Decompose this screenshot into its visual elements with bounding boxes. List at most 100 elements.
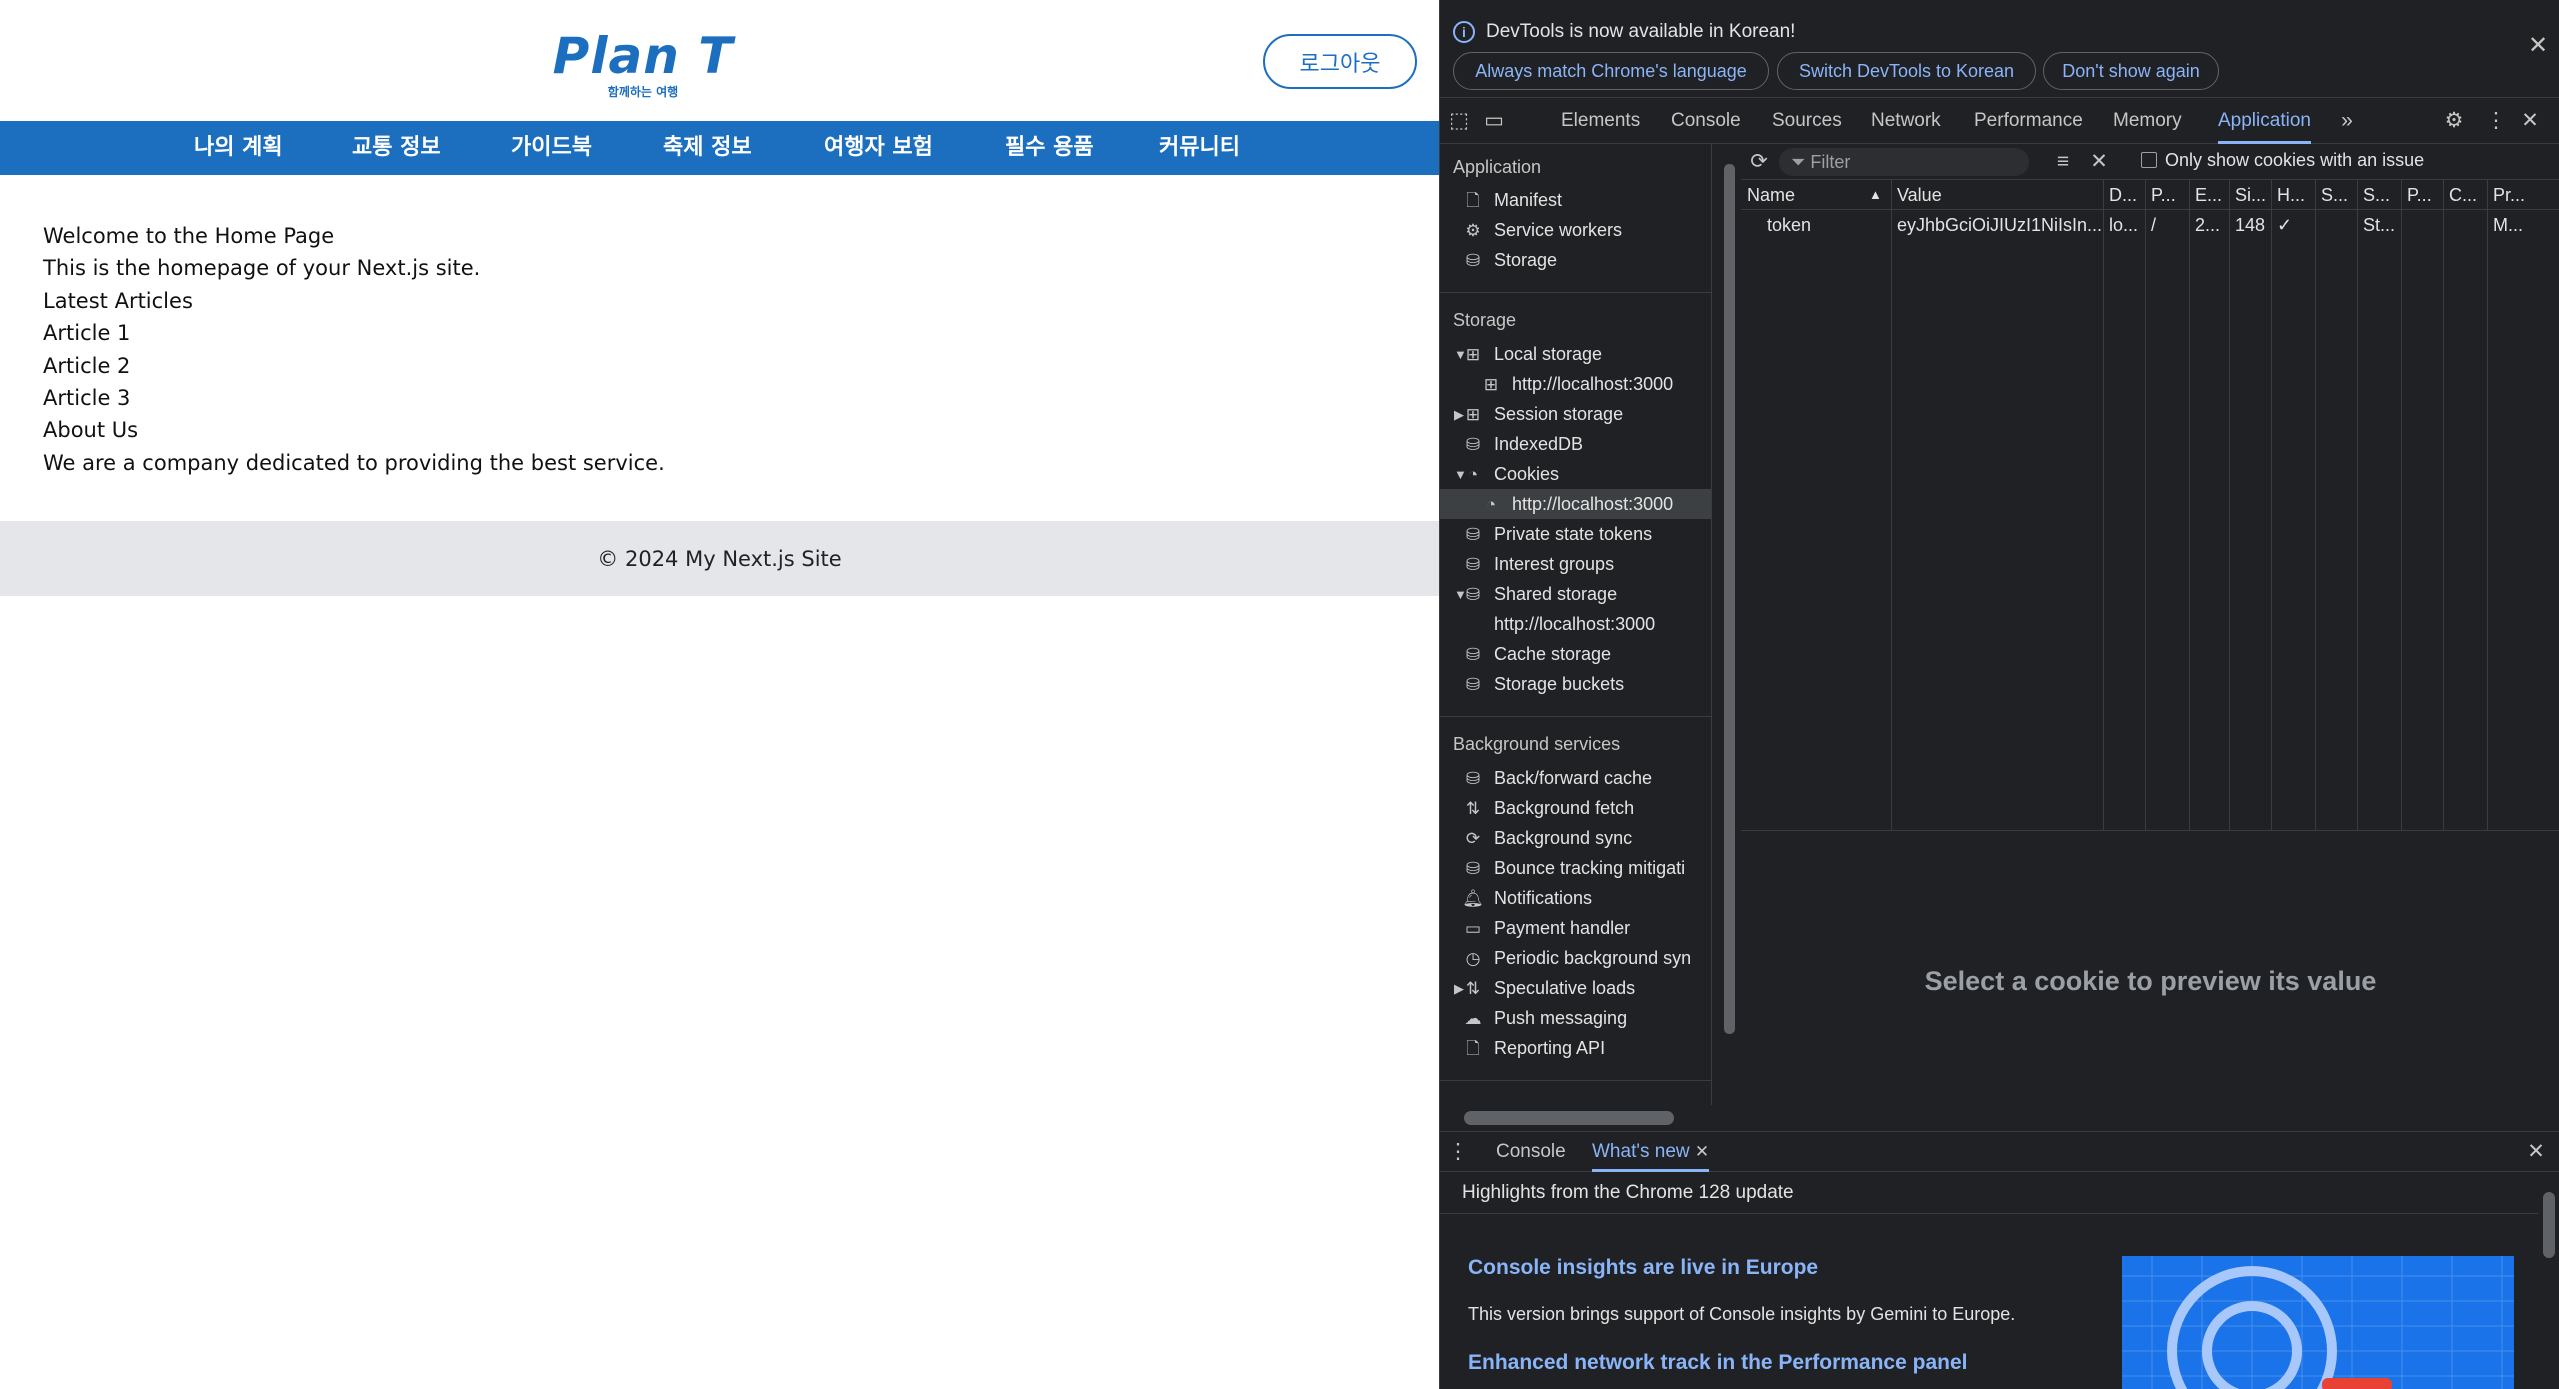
sidebar-vertical-scrollbar[interactable] [1720, 144, 1738, 1104]
site-logo[interactable]: Plan T 함께하는 여행 [548, 26, 738, 106]
sidebar-item-reporting-api[interactable]: 🗋 Reporting API [1460, 1033, 1605, 1063]
sidebar-item-session-storage[interactable]: ⊞ Session storage [1460, 399, 1623, 429]
devtools-toolbar: ⬚ ▭ Elements Console Sources Network Per… [1440, 98, 2559, 144]
sidebar-item-cookies[interactable]: ◔ Cookies [1460, 459, 1559, 489]
feature-title-link[interactable]: Enhanced network track in the Performanc… [1468, 1351, 1967, 1375]
sidebar-item-label: Reporting API [1494, 1038, 1606, 1058]
sidebar-item-shared-origin[interactable]: http://localhost:3000 [1494, 609, 1655, 639]
drawer-tab-whats-new[interactable]: What's new ✕ [1592, 1132, 1710, 1172]
sidebar-item-local-storage[interactable]: ⊞ Local storage [1460, 339, 1602, 369]
sidebar-item-label: Session storage [1494, 404, 1624, 424]
article-item: Article 3 [43, 385, 131, 410]
scrollbar-thumb[interactable] [1464, 1111, 1674, 1125]
drawer-vertical-scrollbar[interactable] [2538, 1172, 2559, 1389]
sidebar-item-periodic-sync[interactable]: ◷ Periodic background syn [1460, 943, 1692, 973]
tab-elements[interactable]: Elements [1561, 98, 1640, 144]
nav-my-plan[interactable]: 나의 계획 [194, 121, 283, 175]
nav-festival-info[interactable]: 축제 정보 [663, 121, 752, 175]
sidebar-item-background-sync[interactable]: ⟳ Background sync [1460, 823, 1632, 853]
close-icon[interactable]: ✕ [2528, 34, 2548, 58]
sidebar-item-label: Local storage [1494, 344, 1603, 364]
cookie-filter-input[interactable]: ⏷ Filter [1779, 148, 2029, 176]
more-tabs-icon[interactable]: » [2333, 107, 2361, 135]
inspect-element-icon[interactable]: ⬚ [1445, 107, 1473, 135]
sidebar-item-service-workers[interactable]: ⚙ Service workers [1460, 215, 1622, 245]
sidebar-item-speculative-loads[interactable]: ⇅ Speculative loads [1460, 973, 1635, 1003]
gear-icon[interactable]: ⚙ [2440, 107, 2468, 135]
tab-performance[interactable]: Performance [1974, 98, 2083, 144]
logout-button[interactable]: 로그아웃 [1263, 34, 1417, 89]
drawer-tab-console[interactable]: Console [1496, 1132, 1566, 1172]
only-issue-checkbox[interactable]: Only show cookies with an issue [2141, 150, 2424, 171]
tab-sources[interactable]: Sources [1772, 98, 1842, 144]
close-drawer-icon[interactable]: ✕ [2522, 1138, 2550, 1166]
sidebar-item-storage[interactable]: ⛁ Storage [1460, 245, 1557, 275]
device-toolbar-icon[interactable]: ▭ [1480, 107, 1508, 135]
sidebar-item-push-messaging[interactable]: ☁ Push messaging [1460, 1003, 1628, 1033]
sidebar-horizontal-scrollbar[interactable] [1440, 1105, 1740, 1131]
column-header-partition[interactable]: P... [2401, 180, 2443, 210]
column-header-domain[interactable]: D... [2103, 180, 2145, 210]
bell-icon: 🔔︎ [1462, 889, 1484, 908]
dont-show-again-button[interactable]: Don't show again [2043, 52, 2219, 90]
sidebar-item-local-origin[interactable]: ⊞ http://localhost:3000 [1478, 369, 1673, 399]
sidebar-item-indexeddb[interactable]: ⛁ IndexedDB [1460, 429, 1583, 459]
site-nav: 나의 계획 교통 정보 가이드북 축제 정보 여행자 보험 필수 용품 커뮤니티 [0, 121, 1439, 175]
checkbox-box[interactable] [2141, 152, 2157, 168]
feature-title-link[interactable]: Console insights are live in Europe [1468, 1256, 1818, 1280]
sidebar-item-background-fetch[interactable]: ⇅ Background fetch [1460, 793, 1634, 823]
nav-transport-info[interactable]: 교통 정보 [352, 121, 441, 175]
clear-filtered-icon[interactable]: ≡ [2049, 148, 2077, 176]
column-header-path[interactable]: P... [2145, 180, 2189, 210]
refresh-icon[interactable]: ⟳ [1745, 148, 1773, 176]
close-tab-icon[interactable]: ✕ [1695, 1142, 1709, 1161]
sidebar-item-payment-handler[interactable]: ▭ Payment handler [1460, 913, 1630, 943]
sidebar-item-cache-storage[interactable]: ⛁ Cache storage [1460, 639, 1611, 669]
tab-application[interactable]: Application [2218, 98, 2311, 144]
sidebar-item-back-forward-cache[interactable]: ⛁ Back/forward cache [1460, 763, 1652, 793]
sidebar-item-manifest[interactable]: 🗋 Manifest [1460, 185, 1562, 215]
database-icon: ⛁ [1465, 645, 1481, 664]
cookie-preview-placeholder: Select a cookie to preview its value [1924, 965, 2377, 996]
sidebar-item-notifications[interactable]: 🔔︎ Notifications [1460, 883, 1592, 913]
column-header-name[interactable]: Name ▲ [1741, 180, 1891, 210]
scrollbar-thumb[interactable] [2543, 1192, 2555, 1258]
sort-ascending-icon: ▲ [1869, 187, 1882, 202]
database-icon: ⛁ [1465, 585, 1481, 604]
column-divider [2189, 180, 2190, 831]
column-header-priority[interactable]: Pr... [2487, 180, 2559, 210]
sidebar-item-label: Periodic background syn [1494, 948, 1692, 968]
column-header-crosssite[interactable]: C... [2443, 180, 2487, 210]
credit-card-icon: ▭ [1464, 919, 1482, 938]
database-icon: ⛁ [1465, 251, 1481, 270]
kebab-menu-icon[interactable]: ⋮ [2482, 107, 2510, 135]
sidebar-item-bounce-tracking[interactable]: ⛁ Bounce tracking mitigati [1460, 853, 1685, 883]
nav-travel-insurance[interactable]: 여행자 보험 [824, 121, 933, 175]
column-header-size[interactable]: Si... [2229, 180, 2271, 210]
always-match-language-button[interactable]: Always match Chrome's language [1453, 52, 1769, 90]
drawer-menu-icon[interactable]: ⋮ [1444, 1138, 1472, 1166]
close-devtools-icon[interactable]: ✕ [2516, 107, 2544, 135]
nav-community[interactable]: 커뮤니티 [1159, 121, 1240, 175]
sidebar-item-storage-buckets[interactable]: ⛁ Storage buckets [1460, 669, 1624, 699]
column-header-samesite[interactable]: S... [2357, 180, 2401, 210]
scrollbar-thumb[interactable] [1724, 164, 1735, 1034]
tab-network[interactable]: Network [1871, 98, 1941, 144]
column-header-httponly[interactable]: H... [2271, 180, 2315, 210]
delete-selected-icon[interactable]: ✕ [2085, 148, 2113, 176]
column-header-expires[interactable]: E... [2189, 180, 2229, 210]
sidebar-item-private-state-tokens[interactable]: ⛁ Private state tokens [1460, 519, 1652, 549]
column-header-secure[interactable]: S... [2315, 180, 2357, 210]
sidebar-item-cookie-origin[interactable]: ◔ http://localhost:3000 [1440, 489, 1711, 519]
tab-memory[interactable]: Memory [2113, 98, 2182, 144]
sidebar-item-shared-storage[interactable]: ⛁ Shared storage [1460, 579, 1617, 609]
sidebar-item-interest-groups[interactable]: ⛁ Interest groups [1460, 549, 1614, 579]
highlights-heading: Highlights from the Chrome 128 update [1462, 1182, 1794, 1203]
column-header-value[interactable]: Value [1891, 180, 2103, 210]
sidebar-item-label: Storage [1494, 250, 1558, 270]
infobar-message: DevTools is now available in Korean! [1486, 21, 1796, 42]
nav-guidebook[interactable]: 가이드북 [511, 121, 592, 175]
nav-essentials[interactable]: 필수 용품 [1005, 121, 1094, 175]
tab-console[interactable]: Console [1671, 98, 1741, 144]
switch-to-korean-button[interactable]: Switch DevTools to Korean [1777, 52, 2036, 90]
